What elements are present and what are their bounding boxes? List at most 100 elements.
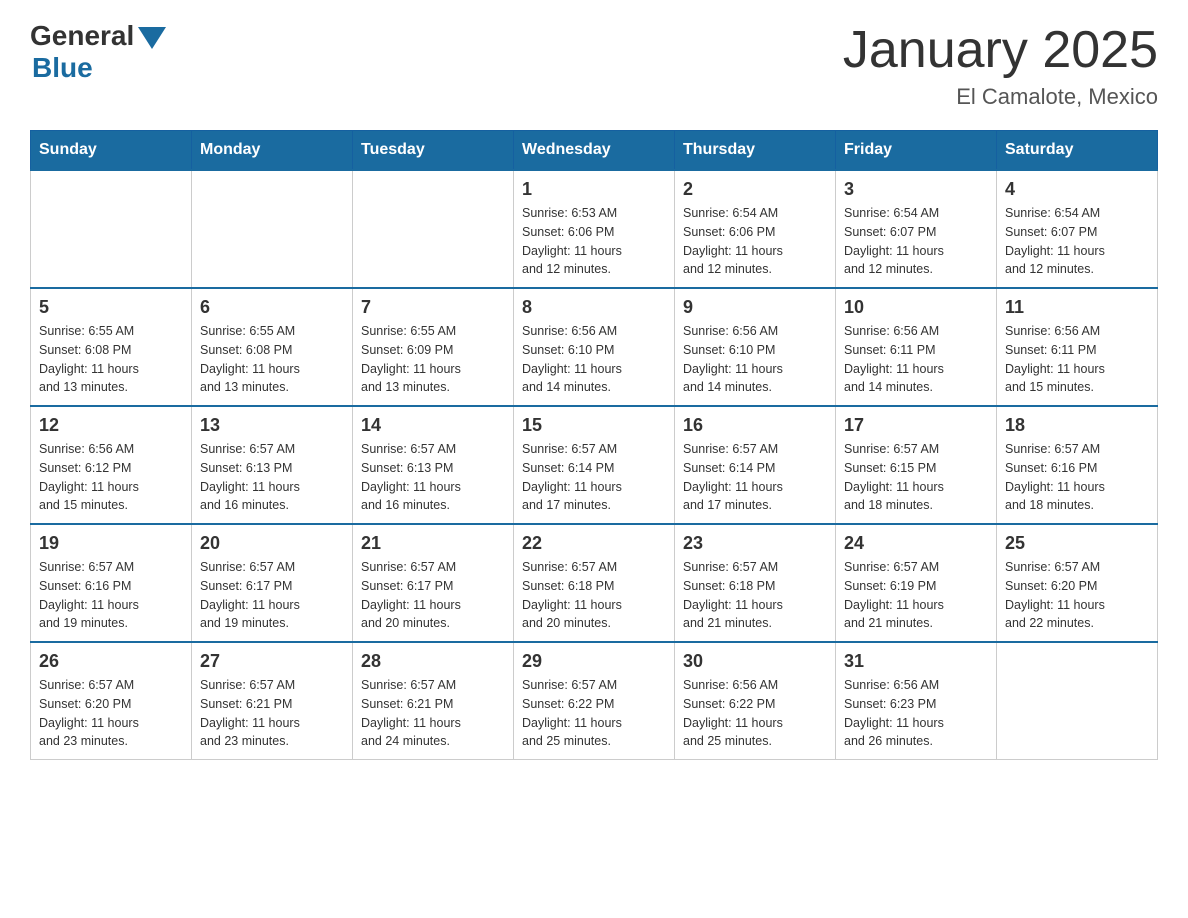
day-number: 17 xyxy=(844,415,988,436)
calendar-cell: 3 Sunrise: 6:54 AM Sunset: 6:07 PM Daylig… xyxy=(836,170,997,288)
calendar-cell: 19 Sunrise: 6:57 AM Sunset: 6:16 PM Dayli… xyxy=(31,524,192,642)
logo-triangle-icon xyxy=(138,27,166,49)
page-header: General Blue January 2025 El Camalote, M… xyxy=(30,20,1158,110)
day-number: 1 xyxy=(522,179,666,200)
day-number: 25 xyxy=(1005,533,1149,554)
day-of-week-header: Saturday xyxy=(997,131,1158,171)
day-of-week-header: Thursday xyxy=(675,131,836,171)
logo-blue-text: Blue xyxy=(32,52,93,84)
day-info: Sunrise: 6:57 AM Sunset: 6:13 PM Dayligh… xyxy=(361,440,505,515)
day-number: 22 xyxy=(522,533,666,554)
day-info: Sunrise: 6:57 AM Sunset: 6:18 PM Dayligh… xyxy=(683,558,827,633)
day-number: 6 xyxy=(200,297,344,318)
calendar-table: SundayMondayTuesdayWednesdayThursdayFrid… xyxy=(30,130,1158,760)
day-number: 20 xyxy=(200,533,344,554)
calendar-cell: 26Sunrise: 6:57 AM Sunset: 6:20 PM Dayli… xyxy=(31,642,192,760)
calendar-cell xyxy=(31,170,192,288)
calendar-cell: 10 Sunrise: 6:56 AM Sunset: 6:11 PM Dayli… xyxy=(836,288,997,406)
calendar-title: January 2025 xyxy=(843,20,1158,80)
day-number: 7 xyxy=(361,297,505,318)
day-number: 29 xyxy=(522,651,666,672)
calendar-cell: 9 Sunrise: 6:56 AM Sunset: 6:10 PM Daylig… xyxy=(675,288,836,406)
day-number: 3 xyxy=(844,179,988,200)
calendar-cell: 4Sunrise: 6:54 AM Sunset: 6:07 PM Daylig… xyxy=(997,170,1158,288)
day-info: Sunrise: 6:57 AM Sunset: 6:21 PM Dayligh… xyxy=(200,676,344,751)
calendar-cell: 14 Sunrise: 6:57 AM Sunset: 6:13 PM Dayli… xyxy=(353,406,514,524)
calendar-cell: 22Sunrise: 6:57 AM Sunset: 6:18 PM Dayli… xyxy=(514,524,675,642)
calendar-cell: 30 Sunrise: 6:56 AM Sunset: 6:22 PM Dayli… xyxy=(675,642,836,760)
day-info: Sunrise: 6:57 AM Sunset: 6:21 PM Dayligh… xyxy=(361,676,505,751)
calendar-cell: 12Sunrise: 6:56 AM Sunset: 6:12 PM Dayli… xyxy=(31,406,192,524)
day-of-week-header: Tuesday xyxy=(353,131,514,171)
day-number: 21 xyxy=(361,533,505,554)
day-info: Sunrise: 6:57 AM Sunset: 6:20 PM Dayligh… xyxy=(1005,558,1149,633)
calendar-week-row: 12Sunrise: 6:56 AM Sunset: 6:12 PM Dayli… xyxy=(31,406,1158,524)
calendar-cell xyxy=(353,170,514,288)
calendar-header-row: SundayMondayTuesdayWednesdayThursdayFrid… xyxy=(31,131,1158,171)
day-number: 28 xyxy=(361,651,505,672)
calendar-cell: 24Sunrise: 6:57 AM Sunset: 6:19 PM Dayli… xyxy=(836,524,997,642)
calendar-week-row: 1Sunrise: 6:53 AM Sunset: 6:06 PM Daylig… xyxy=(31,170,1158,288)
day-number: 26 xyxy=(39,651,183,672)
day-info: Sunrise: 6:55 AM Sunset: 6:09 PM Dayligh… xyxy=(361,322,505,397)
day-info: Sunrise: 6:57 AM Sunset: 6:17 PM Dayligh… xyxy=(361,558,505,633)
day-of-week-header: Sunday xyxy=(31,131,192,171)
day-info: Sunrise: 6:56 AM Sunset: 6:11 PM Dayligh… xyxy=(844,322,988,397)
day-number: 19 xyxy=(39,533,183,554)
day-number: 10 xyxy=(844,297,988,318)
calendar-cell: 23Sunrise: 6:57 AM Sunset: 6:18 PM Dayli… xyxy=(675,524,836,642)
day-number: 18 xyxy=(1005,415,1149,436)
day-of-week-header: Monday xyxy=(192,131,353,171)
day-info: Sunrise: 6:57 AM Sunset: 6:14 PM Dayligh… xyxy=(683,440,827,515)
calendar-cell: 11Sunrise: 6:56 AM Sunset: 6:11 PM Dayli… xyxy=(997,288,1158,406)
calendar-subtitle: El Camalote, Mexico xyxy=(843,84,1158,110)
day-info: Sunrise: 6:56 AM Sunset: 6:12 PM Dayligh… xyxy=(39,440,183,515)
day-info: Sunrise: 6:55 AM Sunset: 6:08 PM Dayligh… xyxy=(39,322,183,397)
calendar-cell: 29 Sunrise: 6:57 AM Sunset: 6:22 PM Dayli… xyxy=(514,642,675,760)
calendar-cell: 18 Sunrise: 6:57 AM Sunset: 6:16 PM Dayli… xyxy=(997,406,1158,524)
day-info: Sunrise: 6:57 AM Sunset: 6:16 PM Dayligh… xyxy=(39,558,183,633)
calendar-cell: 13 Sunrise: 6:57 AM Sunset: 6:13 PM Dayli… xyxy=(192,406,353,524)
day-info: Sunrise: 6:56 AM Sunset: 6:10 PM Dayligh… xyxy=(683,322,827,397)
day-info: Sunrise: 6:56 AM Sunset: 6:10 PM Dayligh… xyxy=(522,322,666,397)
calendar-cell: 25 Sunrise: 6:57 AM Sunset: 6:20 PM Dayli… xyxy=(997,524,1158,642)
calendar-week-row: 5Sunrise: 6:55 AM Sunset: 6:08 PM Daylig… xyxy=(31,288,1158,406)
day-info: Sunrise: 6:54 AM Sunset: 6:07 PM Dayligh… xyxy=(844,204,988,279)
day-info: Sunrise: 6:57 AM Sunset: 6:17 PM Dayligh… xyxy=(200,558,344,633)
day-info: Sunrise: 6:57 AM Sunset: 6:16 PM Dayligh… xyxy=(1005,440,1149,515)
calendar-cell: 31Sunrise: 6:56 AM Sunset: 6:23 PM Dayli… xyxy=(836,642,997,760)
calendar-cell xyxy=(192,170,353,288)
calendar-cell: 5Sunrise: 6:55 AM Sunset: 6:08 PM Daylig… xyxy=(31,288,192,406)
day-number: 15 xyxy=(522,415,666,436)
day-info: Sunrise: 6:57 AM Sunset: 6:19 PM Dayligh… xyxy=(844,558,988,633)
day-number: 13 xyxy=(200,415,344,436)
calendar-cell: 6 Sunrise: 6:55 AM Sunset: 6:08 PM Daylig… xyxy=(192,288,353,406)
calendar-cell: 15Sunrise: 6:57 AM Sunset: 6:14 PM Dayli… xyxy=(514,406,675,524)
day-info: Sunrise: 6:54 AM Sunset: 6:07 PM Dayligh… xyxy=(1005,204,1149,279)
calendar-cell: 16Sunrise: 6:57 AM Sunset: 6:14 PM Dayli… xyxy=(675,406,836,524)
calendar-cell: 1Sunrise: 6:53 AM Sunset: 6:06 PM Daylig… xyxy=(514,170,675,288)
day-number: 14 xyxy=(361,415,505,436)
day-info: Sunrise: 6:56 AM Sunset: 6:22 PM Dayligh… xyxy=(683,676,827,751)
title-section: January 2025 El Camalote, Mexico xyxy=(843,20,1158,110)
logo-general-text: General xyxy=(30,20,134,52)
day-number: 9 xyxy=(683,297,827,318)
day-number: 27 xyxy=(200,651,344,672)
day-info: Sunrise: 6:55 AM Sunset: 6:08 PM Dayligh… xyxy=(200,322,344,397)
day-info: Sunrise: 6:56 AM Sunset: 6:11 PM Dayligh… xyxy=(1005,322,1149,397)
calendar-cell: 20 Sunrise: 6:57 AM Sunset: 6:17 PM Dayli… xyxy=(192,524,353,642)
day-number: 30 xyxy=(683,651,827,672)
calendar-cell: 28 Sunrise: 6:57 AM Sunset: 6:21 PM Dayli… xyxy=(353,642,514,760)
logo: General Blue xyxy=(30,20,166,84)
day-info: Sunrise: 6:56 AM Sunset: 6:23 PM Dayligh… xyxy=(844,676,988,751)
calendar-cell: 8 Sunrise: 6:56 AM Sunset: 6:10 PM Daylig… xyxy=(514,288,675,406)
day-info: Sunrise: 6:57 AM Sunset: 6:13 PM Dayligh… xyxy=(200,440,344,515)
day-info: Sunrise: 6:57 AM Sunset: 6:22 PM Dayligh… xyxy=(522,676,666,751)
day-number: 2 xyxy=(683,179,827,200)
day-of-week-header: Wednesday xyxy=(514,131,675,171)
calendar-cell: 17 Sunrise: 6:57 AM Sunset: 6:15 PM Dayli… xyxy=(836,406,997,524)
day-of-week-header: Friday xyxy=(836,131,997,171)
day-info: Sunrise: 6:57 AM Sunset: 6:15 PM Dayligh… xyxy=(844,440,988,515)
calendar-cell xyxy=(997,642,1158,760)
day-number: 8 xyxy=(522,297,666,318)
